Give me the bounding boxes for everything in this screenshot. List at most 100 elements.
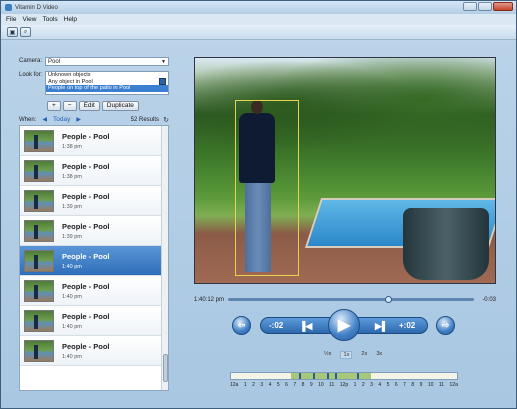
remove-query-button[interactable]: − <box>62 101 77 111</box>
when-label: When: <box>19 116 37 123</box>
toolbar: ▣ ⌕ <box>1 25 516 40</box>
play-button[interactable]: ▶ <box>328 309 360 341</box>
maximize-button[interactable] <box>478 2 492 11</box>
item-name: People - Pool <box>62 311 110 321</box>
prev-day-icon[interactable]: ◀ <box>42 116 47 123</box>
current-time: 1:40:12 pm <box>194 296 225 303</box>
thumbnail <box>24 249 54 272</box>
close-button[interactable] <box>493 2 513 11</box>
speed-half[interactable]: ½x <box>324 351 331 359</box>
timeline-label: 4 <box>268 382 272 388</box>
results-count: 52 Results <box>130 116 159 123</box>
window-title: Vitamin D Video <box>15 4 58 11</box>
edit-button[interactable]: Edit <box>78 101 100 111</box>
next-clip-button[interactable]: ⇨ <box>436 316 455 335</box>
timeline-label: 10 <box>318 382 324 388</box>
item-time: 1:40 pm <box>62 293 82 300</box>
query-buttons: + − Edit Duplicate <box>47 101 139 111</box>
next-day-icon[interactable]: ▶ <box>76 116 81 123</box>
timeline-label: 6 <box>285 382 288 388</box>
list-item-selected[interactable]: People - Pool 1:40 pm <box>20 246 168 276</box>
item-name: People - Pool <box>62 131 110 141</box>
item-name: People - Pool <box>62 281 110 291</box>
results-list: People - Pool 1:38 pm People - Pool 1:38 p… <box>19 125 169 391</box>
skip-back-label[interactable]: -:02 <box>269 321 283 330</box>
timeline-label: 11 <box>329 382 335 388</box>
timeline-marker[interactable] <box>313 373 315 379</box>
timeline-marker[interactable] <box>335 373 337 379</box>
item-name: People - Pool <box>62 221 110 231</box>
list-item[interactable]: People - Pool 1:40 pm <box>20 276 168 306</box>
when-row: When: ◀ Today ▶ 52 Results ↻ <box>19 115 169 124</box>
list-item[interactable]: People - Pool 1:40 pm <box>20 306 168 336</box>
menu-view[interactable]: View <box>22 16 36 23</box>
camera-view-button[interactable]: ▣ <box>7 27 18 37</box>
day-timeline[interactable] <box>230 372 458 380</box>
arrow-left-icon: ⇦ <box>237 320 246 330</box>
lookfor-item-selected[interactable]: People on top of the patio in Pool <box>46 85 168 92</box>
scrollbar[interactable] <box>161 126 168 390</box>
timeline-label: 4 <box>378 382 382 388</box>
item-time: 1:38 pm <box>62 173 82 180</box>
list-item[interactable]: People - Pool 1:40 pm <box>20 336 168 366</box>
speed-2x[interactable]: 2x <box>361 351 367 359</box>
thumbnail <box>24 189 54 212</box>
thumbnail <box>24 309 54 332</box>
thumbnail <box>24 129 54 152</box>
thumbnail <box>24 219 54 242</box>
list-item[interactable]: People - Pool 1:38 pm <box>20 156 168 186</box>
save-icon[interactable] <box>159 78 166 85</box>
video-frame[interactable] <box>194 57 496 284</box>
app-icon <box>5 4 12 11</box>
timeline-labels: 12a 1 2 3 4 5 6 7 8 9 10 11 12p 1 2 3 4 5 6 7 8 9 10 11 12a <box>230 382 458 388</box>
title-bar: Vitamin D Video <box>1 1 516 14</box>
seek-knob[interactable] <box>384 296 392 303</box>
menu-help[interactable]: Help <box>64 16 77 23</box>
camera-select[interactable]: Pool ▼ <box>45 57 169 66</box>
thumbnail <box>24 159 54 182</box>
speed-3x[interactable]: 3x <box>376 351 382 359</box>
lookfor-list[interactable]: Unknown objects Any object in Pool Peopl… <box>45 71 169 95</box>
timeline-label: 8 <box>411 382 415 388</box>
step-back-icon[interactable]: ▐◀ <box>299 321 312 332</box>
item-time: 1:39 pm <box>62 233 82 240</box>
timeline-label: 1 <box>243 382 247 388</box>
duplicate-button[interactable]: Duplicate <box>101 101 139 111</box>
speed-1x[interactable]: 1x <box>340 351 353 359</box>
item-name: People - Pool <box>62 191 110 201</box>
camera-label: Camera: <box>19 58 43 64</box>
item-time: 1:39 pm <box>62 203 82 210</box>
arrow-right-icon: ⇨ <box>441 320 450 330</box>
menu-tools[interactable]: Tools <box>42 16 57 23</box>
scrollbar-thumb[interactable] <box>163 354 168 382</box>
when-value[interactable]: Today <box>53 116 70 123</box>
item-name: People - Pool <box>62 341 110 351</box>
timeline-marker[interactable] <box>299 373 301 379</box>
search-view-button[interactable]: ⌕ <box>20 27 31 37</box>
list-item[interactable]: People - Pool 1:38 pm <box>20 126 168 156</box>
add-query-button[interactable]: + <box>47 101 61 111</box>
timeline-marker[interactable] <box>327 373 329 379</box>
timeline-label: 2 <box>361 382 365 388</box>
thumbnail <box>24 339 54 362</box>
refresh-icon[interactable]: ↻ <box>163 116 169 124</box>
seek-row: 1:40:12 pm -0:03 <box>194 295 496 304</box>
list-item[interactable]: People - Pool 1:39 pm <box>20 186 168 216</box>
skip-forward-label[interactable]: +:02 <box>399 321 415 330</box>
search-panel: Camera: Pool ▼ Look for: Unknown objects… <box>19 53 171 396</box>
item-name: People - Pool <box>62 251 110 261</box>
timeline-marker[interactable] <box>357 373 359 379</box>
menu-bar: File View Tools Help <box>1 14 516 25</box>
thumbnail <box>24 279 54 302</box>
seek-bar[interactable] <box>228 296 474 303</box>
item-time: 1:38 pm <box>62 143 82 150</box>
item-time: 1:40 pm <box>62 323 82 330</box>
timeline-label: 11 <box>438 382 445 388</box>
item-time: 1:40 pm <box>62 263 82 270</box>
prev-clip-button[interactable]: ⇦ <box>232 316 251 335</box>
step-forward-icon[interactable]: ▶▌ <box>375 321 388 332</box>
minimize-button[interactable] <box>463 2 477 11</box>
play-icon: ▶ <box>337 317 351 334</box>
menu-file[interactable]: File <box>6 16 16 23</box>
list-item[interactable]: People - Pool 1:39 pm <box>20 216 168 246</box>
